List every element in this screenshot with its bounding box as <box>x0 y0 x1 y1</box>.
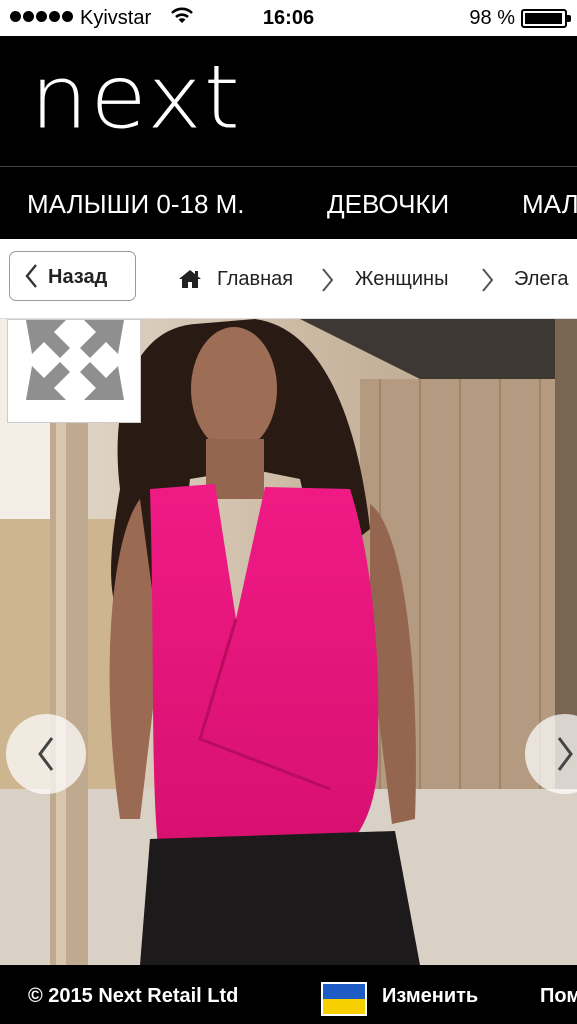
nav-item-girls[interactable]: ДЕВОЧКИ <box>327 189 449 220</box>
ukraine-flag-icon[interactable] <box>321 982 367 1016</box>
next-logo[interactable]: next <box>30 54 242 141</box>
site-footer: © 2015 Next Retail Ltd Изменить Пом <box>0 965 577 1024</box>
back-button[interactable]: Назад <box>9 251 136 301</box>
back-button-label: Назад <box>48 266 108 288</box>
next-image-button[interactable] <box>525 714 577 794</box>
chevron-left-icon <box>25 264 37 288</box>
site-header: next <box>0 36 577 166</box>
change-country-link[interactable]: Изменить <box>382 985 478 1008</box>
home-icon[interactable] <box>178 269 202 289</box>
breadcrumb: Назад Главная Женщины Элега <box>0 239 577 319</box>
expand-icon <box>26 320 124 400</box>
category-nav: МАЛЫШИ 0-18 М. ДЕВОЧКИ МАЛ <box>0 167 577 239</box>
nav-item-babies[interactable]: МАЛЫШИ 0-18 М. <box>27 189 245 220</box>
product-image[interactable] <box>0 319 577 965</box>
nav-item-boys[interactable]: МАЛ <box>522 189 577 220</box>
breadcrumb-home[interactable]: Главная <box>217 268 293 291</box>
battery-percent: 98 % <box>469 7 515 29</box>
chevron-right-icon <box>322 268 334 292</box>
help-link[interactable]: Пом <box>540 985 577 1008</box>
chevron-left-icon <box>38 737 54 771</box>
previous-image-button[interactable] <box>6 714 86 794</box>
status-bar: Kyivstar 16:06 98 % <box>0 0 577 36</box>
breadcrumb-women[interactable]: Женщины <box>355 268 448 291</box>
expand-image-button[interactable] <box>7 319 141 423</box>
chevron-right-icon <box>482 268 494 292</box>
copyright-text: © 2015 Next Retail Ltd <box>28 985 239 1007</box>
chevron-right-icon <box>557 737 573 771</box>
breadcrumb-elegant[interactable]: Элега <box>514 268 568 291</box>
battery-icon <box>521 9 571 28</box>
